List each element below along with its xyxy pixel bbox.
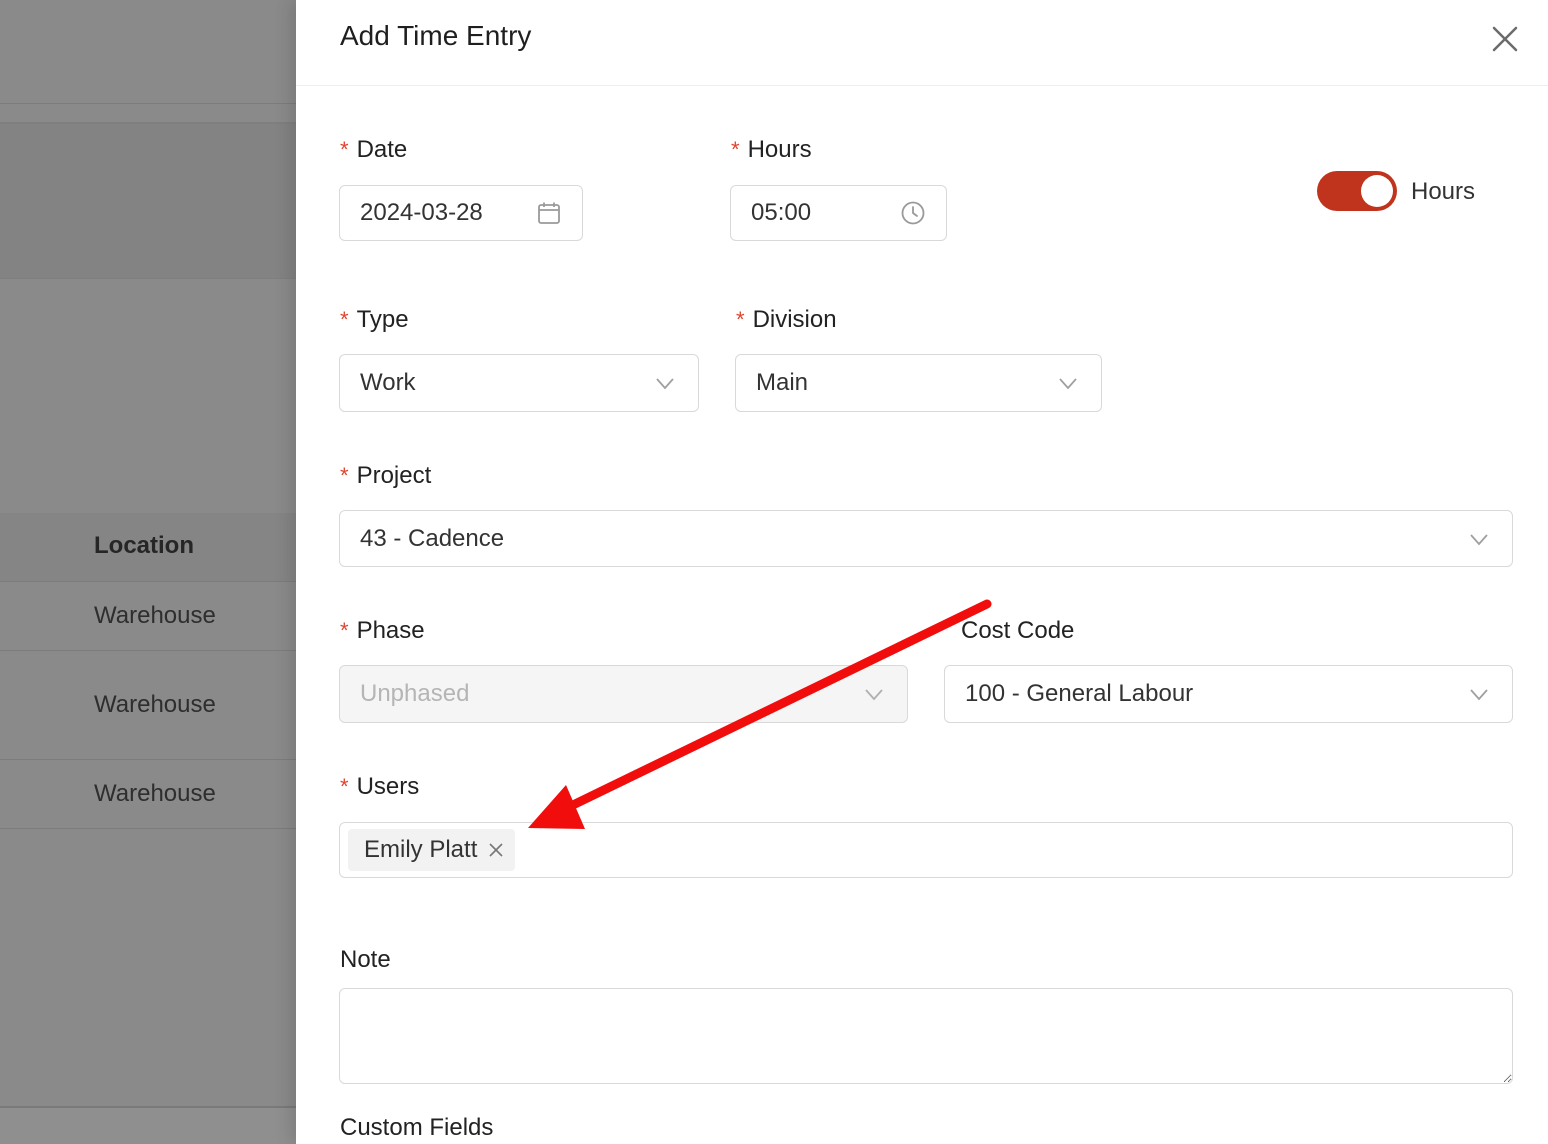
bg-column-header-location: Location (94, 532, 194, 559)
bg-divider (0, 650, 296, 651)
custom-fields-heading: Custom Fields (340, 1114, 494, 1141)
required-marker: * (340, 774, 349, 799)
bg-table-cell: Warehouse (94, 691, 216, 718)
date-label-text: Date (356, 136, 408, 163)
close-button[interactable] (1488, 22, 1522, 56)
type-label-text: Type (356, 306, 409, 333)
chevron-down-icon (1059, 378, 1077, 390)
cost-code-label: Cost Code (961, 617, 1075, 644)
bg-divider (0, 581, 296, 582)
chevron-down-icon (1470, 533, 1488, 545)
add-time-entry-drawer: Add Time Entry * Date 2024-03-28 * Hours 0… (296, 0, 1548, 1144)
bg-divider (0, 103, 296, 104)
hours-value: 05:00 (751, 199, 812, 226)
phase-label: * Phase (340, 617, 425, 645)
bg-footer (0, 1106, 296, 1144)
cost-code-select[interactable]: 100 - General Labour (944, 665, 1513, 723)
close-icon (1492, 26, 1518, 52)
type-value: Work (360, 369, 416, 396)
project-select[interactable]: 43 - Cadence (339, 510, 1513, 567)
note-label: Note (340, 946, 391, 973)
bg-divider (0, 759, 296, 760)
chevron-down-icon (865, 689, 883, 701)
chevron-down-icon (1470, 689, 1488, 701)
toggle-knob (1361, 175, 1393, 207)
users-multiselect[interactable]: Emily Platt (339, 822, 1513, 878)
cost-code-value: 100 - General Labour (965, 680, 1194, 707)
required-marker: * (340, 137, 349, 162)
division-value: Main (756, 369, 809, 396)
drawer-title: Add Time Entry (340, 20, 532, 51)
division-label-text: Division (752, 306, 837, 333)
project-value: 43 - Cadence (360, 524, 505, 552)
type-select[interactable]: Work (339, 354, 699, 412)
project-label: * Project (340, 462, 431, 490)
project-label-text: Project (356, 462, 432, 489)
bg-table-cell: Warehouse (94, 780, 216, 807)
users-label-text: Users (356, 773, 420, 800)
hours-label-text: Hours (747, 136, 812, 163)
required-marker: * (340, 307, 349, 332)
division-select[interactable]: Main (735, 354, 1102, 412)
date-label: * Date (340, 136, 407, 164)
hours-mode-toggle-label: Hours (1411, 178, 1476, 205)
drawer-header: Add Time Entry (296, 0, 1548, 86)
chevron-down-icon (656, 378, 674, 390)
user-tag-label: Emily Platt (364, 836, 478, 863)
phase-label-text: Phase (356, 617, 425, 644)
hours-label: * Hours (731, 136, 812, 164)
hours-time-picker[interactable]: 05:00 (730, 185, 947, 241)
user-tag-emily-platt: Emily Platt (348, 829, 516, 871)
users-label: * Users (340, 773, 419, 801)
bg-panel (0, 122, 296, 279)
bg-table-cell: Warehouse (94, 602, 216, 629)
required-marker: * (731, 137, 740, 162)
hours-mode-toggle[interactable] (1317, 171, 1397, 211)
remove-tag-icon[interactable] (487, 841, 505, 859)
calendar-icon (538, 202, 560, 224)
required-marker: * (340, 618, 349, 643)
phase-select[interactable]: Unphased (339, 665, 908, 723)
clock-icon (901, 201, 925, 225)
division-label: * Division (736, 306, 837, 334)
phase-value: Unphased (360, 680, 470, 707)
date-value: 2024-03-28 (360, 199, 483, 226)
required-marker: * (340, 463, 349, 488)
note-textarea[interactable] (339, 988, 1513, 1084)
type-label: * Type (340, 306, 409, 334)
required-marker: * (736, 307, 745, 332)
bg-divider (0, 828, 296, 829)
date-picker[interactable]: 2024-03-28 (339, 185, 583, 241)
